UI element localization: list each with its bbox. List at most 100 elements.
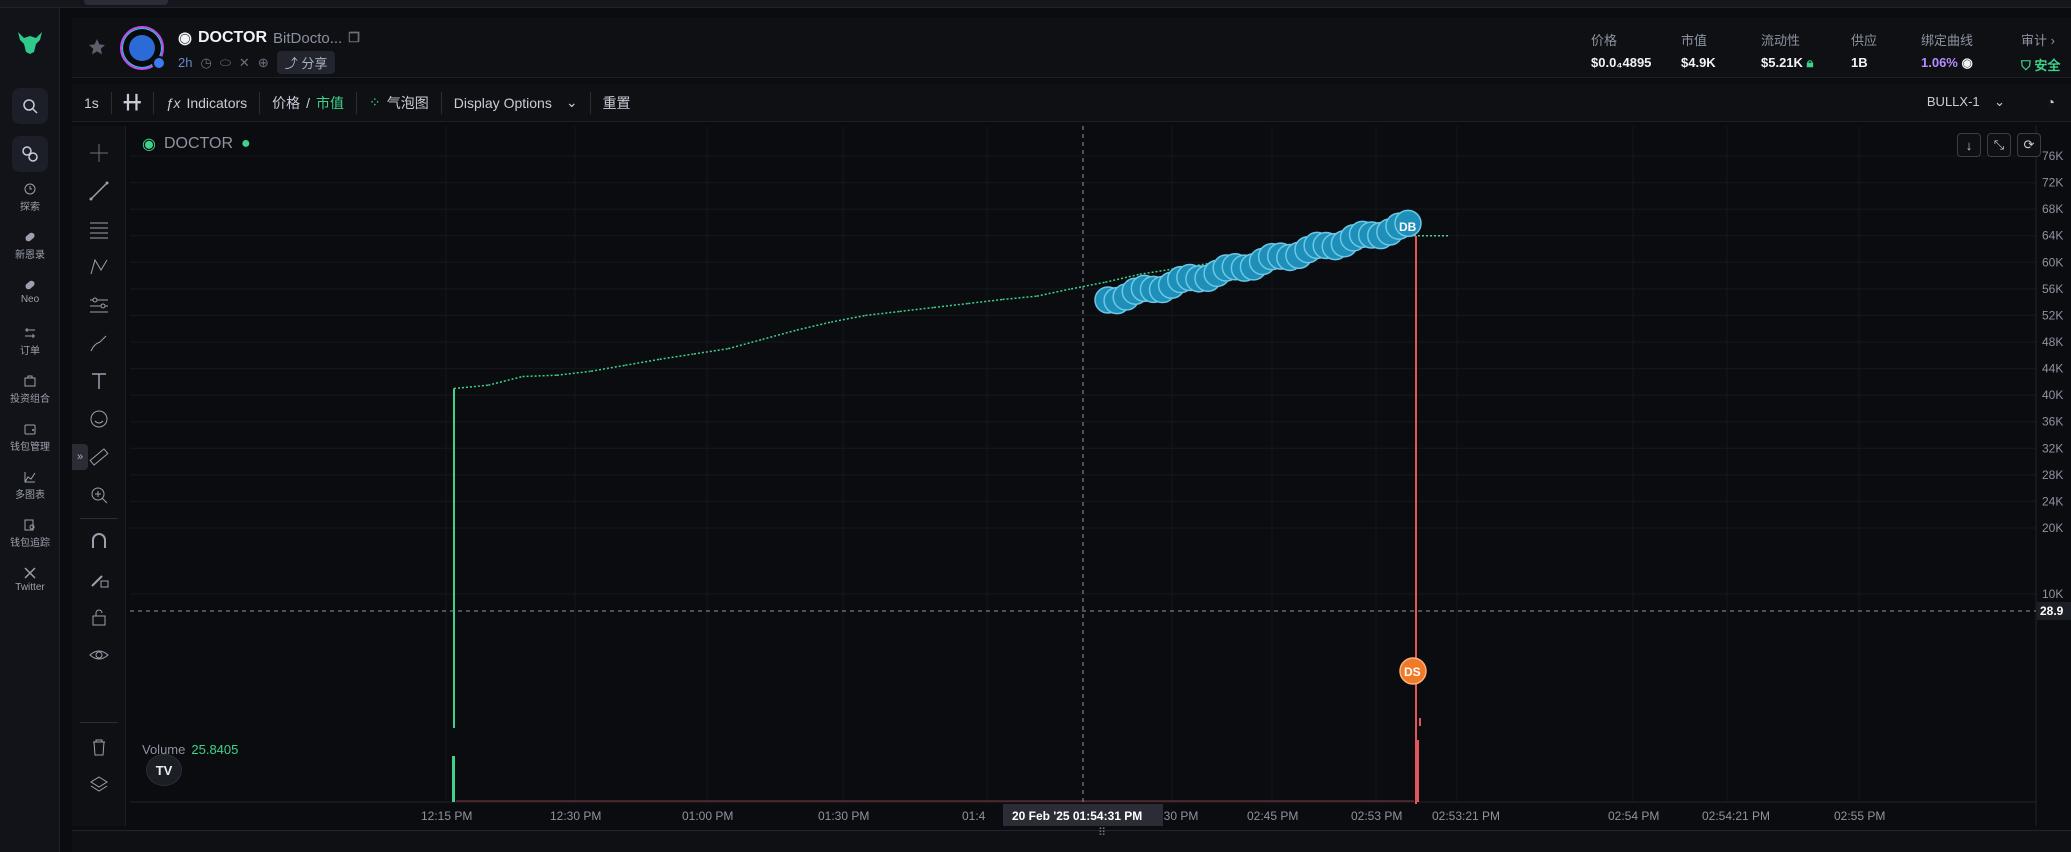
price-segment [625,358,660,366]
sidebar-item-twitter[interactable]: Twitter [0,566,60,593]
sidebar-item-new[interactable]: 新恩录 [0,230,60,261]
trash-icon[interactable] [84,732,114,762]
copy-icon[interactable]: ❐ [348,30,360,46]
orders-icon [25,328,35,338]
token-avatar [120,26,166,70]
price-segment [968,298,1003,305]
display-options-button[interactable]: Display Options ⌄ [442,84,590,121]
stat-label: 绑定曲线 [1921,33,1974,48]
price-segment [865,310,900,317]
emoji-tool-icon[interactable] [84,404,114,434]
fib-tool-icon[interactable] [84,214,114,244]
x-icon[interactable]: ✕ [239,55,250,71]
collapse-button[interactable]: ⤡ [1987,133,2011,157]
price-segment [762,329,798,341]
sidebar-item-multichart[interactable]: 多图表 [0,470,60,501]
arrow-down-icon: ↓ [1965,137,1973,153]
unlock-icon[interactable] [84,602,114,632]
x-tick-label: 01:4 [962,809,986,823]
pill-icon[interactable]: ⬭ [220,55,231,71]
trendline-tool-icon[interactable] [84,176,114,206]
volume-bar [452,756,455,802]
x-tick-label: 01:30 PM [818,809,869,823]
price-mcap-toggle[interactable]: 价格 / 市值 [260,84,356,121]
bubble-label: 气泡图 [386,94,429,111]
dex-select[interactable]: BULLX-1 ⌄ [1927,94,2005,110]
search-button[interactable] [12,88,48,124]
eye-icon[interactable] [84,640,114,670]
text-tool-icon[interactable] [84,366,114,396]
price-segment [693,347,729,355]
chart-area[interactable]: 76K 72K 68K 64K 60K 56K 52K 48K 44K 40K 36K 32K 28K 2… [130,126,2071,826]
volume-value: 25.8405 [191,742,239,757]
bubble-map-button[interactable]: ⁘ 气泡图 [357,84,441,121]
crosshair-time-label: 20 Feb '25 01:54:31 PM [1012,809,1142,823]
function-icon: ƒx [165,94,181,111]
sidebar-item-orders[interactable]: 订单 [0,326,60,357]
x-tick-label: 02:54 PM [1608,809,1659,823]
brush-tool-icon[interactable] [84,328,114,358]
share-button[interactable]: ⤴ 分享 [276,51,336,74]
y-tick-label: 10K [2042,587,2063,601]
projection-tool-icon[interactable] [84,290,114,320]
stat-label: 流动性 [1761,33,1801,48]
sidebar-item-explore[interactable]: 探索 [0,182,60,213]
screenshot-icon[interactable]: ◔ [2047,94,2055,110]
zoom-in-icon[interactable] [84,480,114,510]
sidebar: 探索 新恩录 Neo 订单 投资组合 钱包管理 多图表 钱包追踪 Twitter [0,8,60,852]
magnet-icon[interactable] [84,526,114,556]
stat-bonding-curve: 绑定曲线 1.06% ◉ [1921,30,2021,74]
price-toggle[interactable]: 价格 [272,93,300,113]
y-tick-label: 72K [2042,176,2063,190]
stat-audit[interactable]: 审计 › ⛉ 安全 [2021,30,2071,74]
globe-icon[interactable]: ⊕ [258,55,269,71]
sidebar-item-label: 钱包管理 [10,442,50,453]
token-meta: 2h ◷ ⬭ ✕ ⊕ ⤴ 分享 [178,51,336,74]
history-icon [24,183,36,195]
sidebar-item-tracker[interactable]: 钱包追踪 [0,518,60,549]
mcap-toggle[interactable]: 市值 [316,93,344,113]
y-tick-label: 40K [2042,388,2063,402]
resize-handle-icon[interactable]: ⠿ [1098,826,1106,839]
token-symbol: DOCTOR [197,29,268,46]
interval-label: 1s [84,94,99,111]
crosshair-tool-icon[interactable] [84,138,114,168]
stat-value: 1.06% ◉ [1921,55,1973,70]
live-dot-icon: ● [241,135,251,152]
chevron-down-icon: ⌄ [565,94,578,110]
crosshair-price-label: 28.9 [2040,604,2064,618]
tab-pill[interactable] [84,0,168,5]
sidebar-item-label: 钱包追踪 [10,538,50,549]
x-tick-label: 01:00 PM [682,809,733,823]
pill-icon [25,280,35,290]
reset-button[interactable]: 重置 [591,84,643,121]
interval-button[interactable]: 1s [72,84,111,121]
token-age: 2h [178,55,193,70]
sidebar-item-neo[interactable]: Neo [0,278,60,305]
scroll-down-button[interactable]: ↓ [1957,133,1981,157]
volume-bar [1416,740,1419,802]
candle-type-button[interactable]: ╋╋ [112,84,153,121]
stat-value: $0.0₄4895 [1591,55,1652,70]
bull-logo-icon[interactable] [14,26,46,58]
favorite-star-icon[interactable] [88,38,106,61]
layers-icon[interactable] [84,770,114,800]
chart-icon [24,472,36,483]
x-tick-label: 12:30 PM [550,809,601,823]
stat-label: 市值 [1681,33,1708,48]
sidebar-item-wallets[interactable]: 钱包管理 [0,422,60,453]
pill-tag-icon: ◉ [142,136,156,153]
price-chart[interactable]: 76K 72K 68K 64K 60K 56K 52K 48K 44K 40K 36K 32K 28K 2… [130,126,2071,826]
indicators-button[interactable]: ƒx Indicators [154,84,260,121]
refresh-button[interactable]: ⟳ [2017,133,2041,157]
tradingview-logo[interactable]: TV [146,754,182,786]
y-tick-label: 76K [2042,149,2063,163]
expand-toolbar-button[interactable]: » [72,444,88,470]
sidebar-item-portfolio[interactable]: 投资组合 [0,374,60,405]
link-button[interactable] [12,136,48,172]
ruler-tool-icon[interactable] [84,442,114,472]
lock-drawing-icon[interactable] [84,564,114,594]
link-icon [22,146,38,162]
pattern-tool-icon[interactable] [84,252,114,282]
sidebar-item-label: 投资组合 [10,394,50,405]
